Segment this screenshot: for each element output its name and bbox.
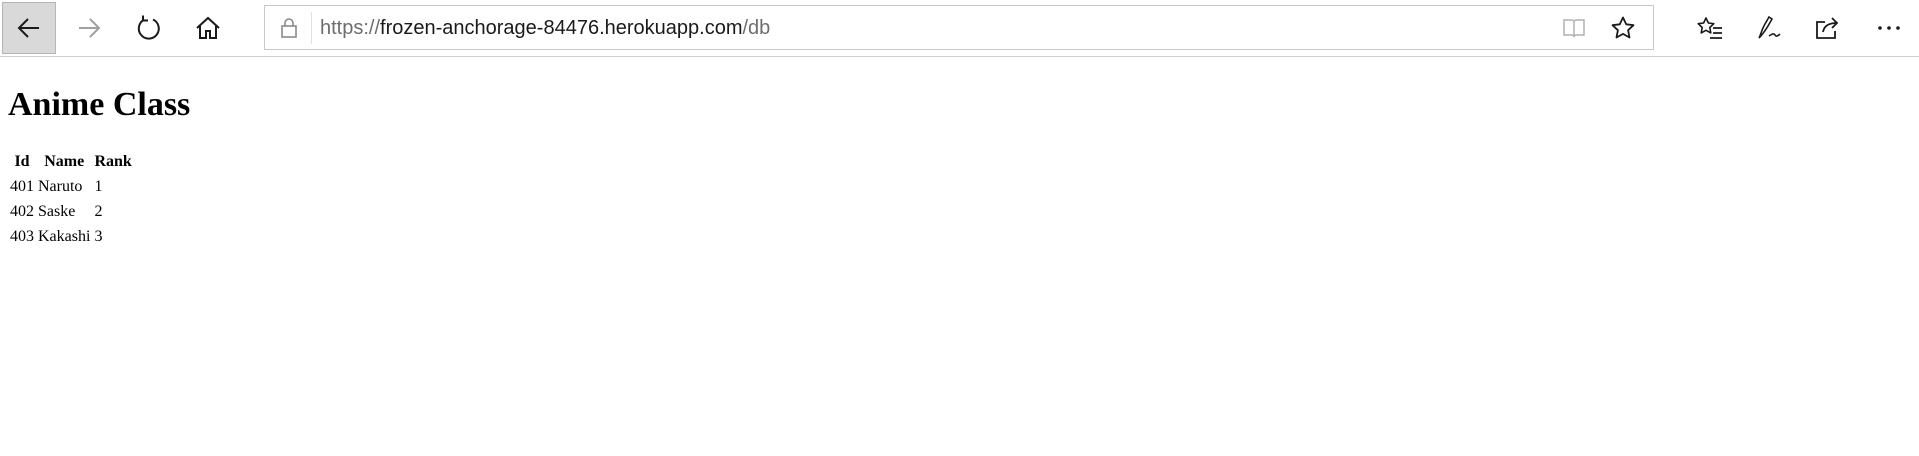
table-row: 401 Naruto 1 xyxy=(9,175,133,198)
home-icon xyxy=(196,16,220,39)
reading-view-icon[interactable] xyxy=(1561,16,1587,40)
table-header-row: Id Name Rank xyxy=(9,150,133,173)
url-text[interactable]: https://frozen-anchorage-84476.herokuapp… xyxy=(320,15,770,41)
column-header-id: Id xyxy=(14,153,30,170)
more-icon xyxy=(1878,26,1900,30)
share-icon xyxy=(1816,17,1839,39)
cell-rank: 2 xyxy=(94,203,103,220)
column-header-name: Name xyxy=(44,153,85,170)
share-button[interactable] xyxy=(1800,2,1854,54)
refresh-button[interactable] xyxy=(122,2,176,54)
page-content: Anime Class Id Name Rank 401 Naruto 1 40… xyxy=(0,57,1919,456)
pen-icon xyxy=(1758,15,1781,39)
table-row: 402 Saske 2 xyxy=(9,200,133,223)
cell-name: Naruto xyxy=(38,178,83,195)
cell-id: 401 xyxy=(10,178,34,195)
address-divider xyxy=(311,12,312,44)
cell-id: 403 xyxy=(10,228,34,245)
cell-rank: 3 xyxy=(94,228,103,245)
back-button[interactable] xyxy=(2,2,56,54)
notes-button[interactable] xyxy=(1742,2,1796,54)
favorite-star-icon[interactable] xyxy=(1610,15,1636,41)
url-path: /db xyxy=(742,17,771,39)
address-bar[interactable]: https://frozen-anchorage-84476.herokuapp… xyxy=(264,5,1654,50)
cell-rank: 1 xyxy=(94,178,103,195)
anime-table: Id Name Rank 401 Naruto 1 402 Saske 2 40… xyxy=(7,148,135,250)
page-title: Anime Class xyxy=(8,86,191,123)
url-scheme: https:// xyxy=(320,17,381,39)
cell-id: 402 xyxy=(10,203,34,220)
forward-icon xyxy=(79,18,101,38)
column-header-rank: Rank xyxy=(94,153,132,170)
refresh-icon xyxy=(137,15,160,40)
cell-name: Saske xyxy=(38,203,76,220)
cell-name: Kakashi xyxy=(38,228,91,245)
browser-toolbar: https://frozen-anchorage-84476.herokuapp… xyxy=(0,0,1919,57)
forward-button[interactable] xyxy=(62,2,116,54)
lock-icon xyxy=(281,18,297,38)
table-row: 403 Kakashi 3 xyxy=(9,225,133,248)
more-button[interactable] xyxy=(1862,2,1916,54)
favorites-button[interactable] xyxy=(1683,2,1737,54)
back-icon xyxy=(17,18,39,38)
home-button[interactable] xyxy=(181,2,235,54)
favorites-list-icon xyxy=(1697,17,1722,39)
url-host: frozen-anchorage-84476.herokuapp.com xyxy=(380,17,743,39)
